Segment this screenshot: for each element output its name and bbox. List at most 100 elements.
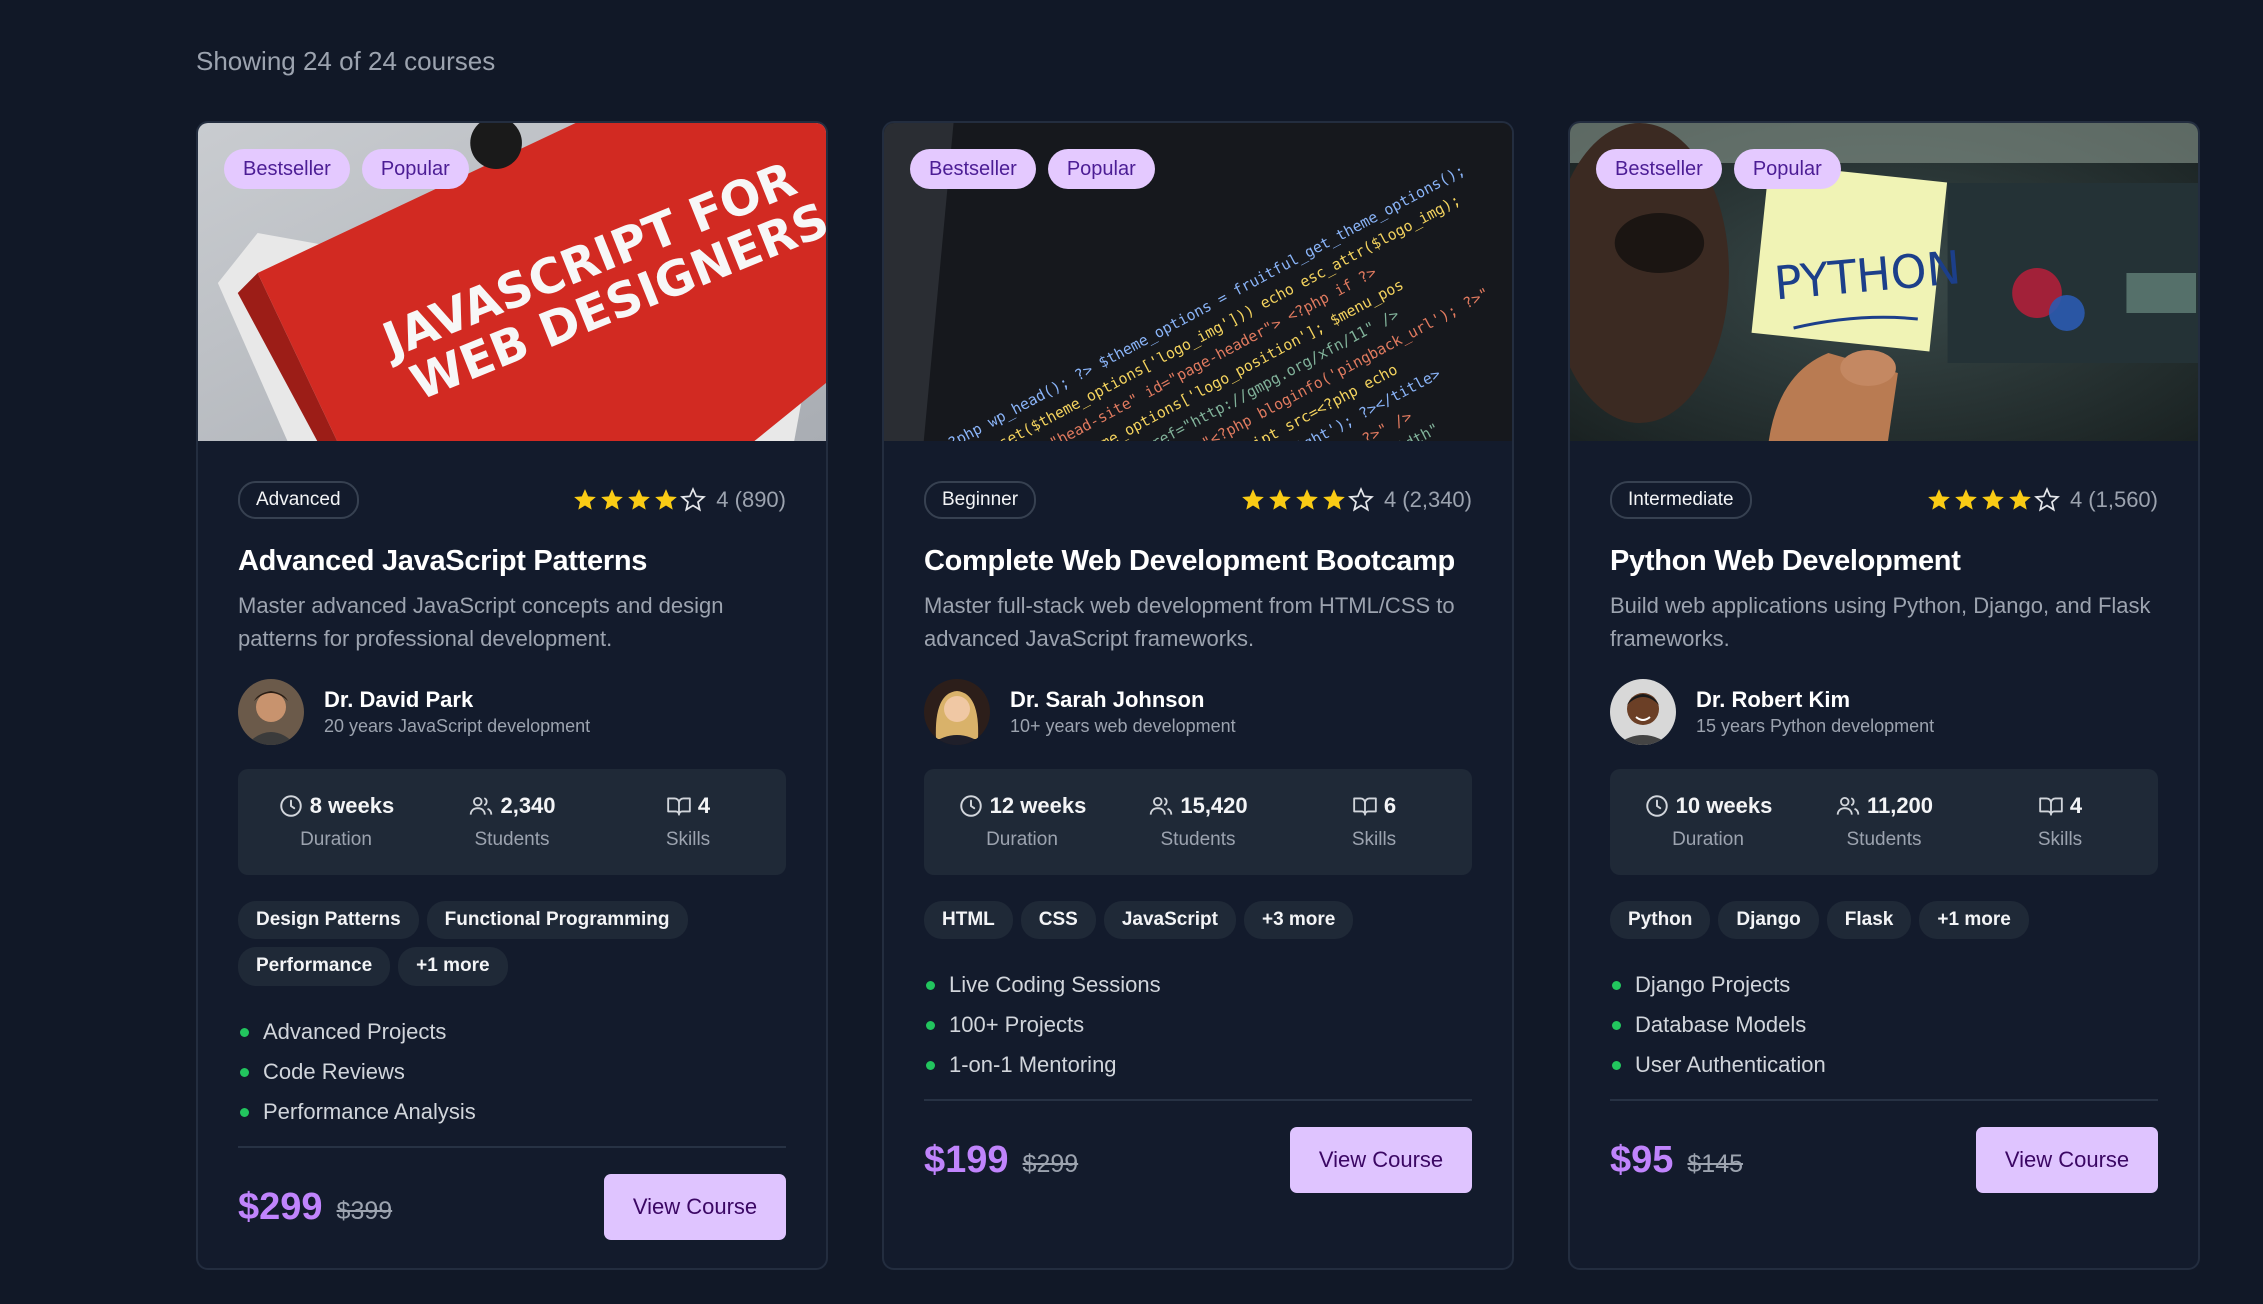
more-tags[interactable]: +1 more bbox=[398, 947, 508, 987]
instructor-name: Dr. Robert Kim bbox=[1696, 686, 1851, 712]
instructor-bio: 10+ years web development bbox=[1010, 716, 1236, 737]
level-badge: Beginner bbox=[924, 480, 1037, 520]
course-card[interactable]: <?php wp_head(); ?> $theme_options = fru… bbox=[882, 121, 1514, 1270]
feature-item: Database Models bbox=[1610, 1005, 2158, 1045]
book-icon bbox=[2039, 797, 2063, 816]
star-filled-icon bbox=[574, 489, 597, 510]
course-description: Master full-stack web development from H… bbox=[924, 592, 1455, 651]
course-title[interactable]: Python Web Development bbox=[1610, 543, 2158, 581]
course-card[interactable]: JAVASCRIPT FOR WEB DESIGNERS Bestseller … bbox=[196, 121, 828, 1270]
divider bbox=[1610, 1099, 2158, 1102]
instructor: Dr. David Park 20 years JavaScript devel… bbox=[238, 678, 786, 745]
original-price: $299 bbox=[1022, 1149, 1079, 1178]
rating-text: 4 (2,340) bbox=[1383, 487, 1472, 512]
feature-list: Advanced Projects Code Reviews Performan… bbox=[238, 1012, 786, 1132]
skill-tag: Functional Programming bbox=[426, 900, 688, 940]
feature-list: Live Coding Sessions 100+ Projects 1-on-… bbox=[924, 965, 1472, 1085]
popular-badge: Popular bbox=[1047, 149, 1155, 189]
level-badge: Intermediate bbox=[1610, 480, 1752, 520]
course-card[interactable]: PYTHON Bestseller Popular Intermediate 4… bbox=[1568, 121, 2200, 1270]
rating-text: 4 (1,560) bbox=[2069, 487, 2158, 512]
star-filled-icon bbox=[1242, 489, 1264, 510]
feature-text: User Authentication bbox=[1635, 1052, 1826, 1078]
star-filled-icon bbox=[2009, 489, 2031, 510]
stat-students: 2,340 Students bbox=[437, 793, 587, 851]
more-tags[interactable]: +3 more bbox=[1243, 900, 1354, 940]
stat-label: Duration bbox=[1672, 828, 1744, 850]
users-icon bbox=[470, 796, 493, 815]
stat-label: Students bbox=[474, 828, 550, 850]
course-thumbnail[interactable]: <?php wp_head(); ?> $theme_options = fru… bbox=[884, 123, 1512, 441]
feature-item: 1-on-1 Mentoring bbox=[924, 1045, 1472, 1085]
instructor-name: Dr. Sarah Johnson bbox=[1010, 686, 1205, 712]
original-price: $399 bbox=[336, 1196, 393, 1225]
feature-text: Django Projects bbox=[1635, 972, 1791, 998]
course-grid: JAVASCRIPT FOR WEB DESIGNERS Bestseller … bbox=[196, 121, 2200, 1270]
clock-icon bbox=[959, 794, 982, 817]
badge-group: Bestseller Popular bbox=[910, 149, 1155, 189]
course-thumbnail[interactable]: JAVASCRIPT FOR WEB DESIGNERS Bestseller … bbox=[198, 123, 826, 441]
badge-group: Bestseller Popular bbox=[224, 149, 469, 189]
instructor: Dr. Robert Kim 15 years Python developme… bbox=[1610, 678, 2158, 745]
rating: 4 (1,560) bbox=[1926, 487, 2158, 513]
bullet-dot bbox=[1612, 1020, 1621, 1030]
stat-value: 15,420 bbox=[1180, 792, 1248, 818]
avatar bbox=[238, 678, 304, 745]
course-stats: 12 weeks Duration 15,420 Students 6 Skil… bbox=[924, 768, 1472, 875]
rating: 4 (2,340) bbox=[1240, 487, 1472, 513]
skill-tag: Django bbox=[1718, 900, 1819, 940]
feature-item: User Authentication bbox=[1610, 1045, 2158, 1085]
instructor: Dr. Sarah Johnson 10+ years web developm… bbox=[924, 678, 1472, 745]
rating: 4 (890) bbox=[572, 487, 786, 513]
course-listing-page: Showing 24 of 24 courses JAVASCRIPT FOR … bbox=[0, 0, 2263, 1304]
skill-tag: Python bbox=[1610, 900, 1711, 940]
course-title[interactable]: Complete Web Development Bootcamp bbox=[924, 543, 1472, 581]
view-course-button[interactable]: View Course bbox=[1976, 1127, 2158, 1194]
results-count: Showing 24 of 24 courses bbox=[196, 46, 496, 76]
feature-text: 100+ Projects bbox=[949, 1012, 1085, 1038]
card-footer: $199 $299 View Course bbox=[924, 1127, 1472, 1194]
stat-label: Duration bbox=[986, 828, 1058, 850]
bullet-dot bbox=[926, 980, 935, 990]
star-filled-icon bbox=[1323, 489, 1345, 510]
price: $199 bbox=[924, 1138, 1009, 1181]
skill-tags: HTML CSS JavaScript +3 more bbox=[924, 900, 1472, 940]
stat-skills: 4 Skills bbox=[613, 793, 763, 851]
feature-item: Code Reviews bbox=[238, 1052, 786, 1092]
course-thumbnail[interactable]: PYTHON Bestseller Popular bbox=[1570, 123, 2198, 441]
instructor-bio: 20 years JavaScript development bbox=[324, 716, 591, 737]
book-icon bbox=[1353, 797, 1377, 816]
avatar bbox=[924, 678, 990, 745]
course-title[interactable]: Advanced JavaScript Patterns bbox=[238, 543, 786, 581]
feature-text: Code Reviews bbox=[263, 1059, 405, 1085]
stat-value: 11,200 bbox=[1866, 792, 1934, 818]
feature-text: Database Models bbox=[1635, 1012, 1807, 1038]
star-filled-icon bbox=[1296, 489, 1318, 510]
clock-icon bbox=[1645, 794, 1668, 817]
view-course-button[interactable]: View Course bbox=[604, 1174, 786, 1241]
star-filled-icon bbox=[601, 489, 624, 510]
feature-text: 1-on-1 Mentoring bbox=[949, 1052, 1117, 1078]
bestseller-badge: Bestseller bbox=[910, 149, 1036, 189]
stat-value: 12 weeks bbox=[989, 792, 1087, 818]
course-stats: 8 weeks Duration 2,340 Students 4 Skills bbox=[238, 768, 786, 875]
stat-value: 4 bbox=[2069, 792, 2083, 818]
feature-text: Performance Analysis bbox=[263, 1099, 476, 1125]
course-description: Build web applications using Python, Dja… bbox=[1610, 592, 2151, 651]
stat-students: 15,420 Students bbox=[1123, 793, 1273, 851]
book-icon bbox=[667, 797, 691, 816]
view-course-button[interactable]: View Course bbox=[1290, 1127, 1472, 1194]
card-body: Intermediate 4 (1,560) Python Web Develo… bbox=[1570, 441, 2198, 1194]
bullet-dot bbox=[926, 1060, 935, 1070]
feature-item: Performance Analysis bbox=[238, 1092, 786, 1132]
price: $299 bbox=[238, 1185, 323, 1228]
bullet-dot bbox=[240, 1027, 249, 1037]
stat-duration: 10 weeks Duration bbox=[1633, 793, 1783, 851]
more-tags[interactable]: +1 more bbox=[1919, 900, 2029, 940]
star-filled-icon bbox=[1928, 489, 1950, 510]
feature-list: Django Projects Database Models User Aut… bbox=[1610, 965, 2158, 1085]
skill-tags: Python Django Flask +1 more bbox=[1610, 900, 2158, 940]
avatar bbox=[1610, 678, 1676, 745]
level-badge: Advanced bbox=[238, 480, 359, 520]
feature-item: Django Projects bbox=[1610, 965, 2158, 1005]
